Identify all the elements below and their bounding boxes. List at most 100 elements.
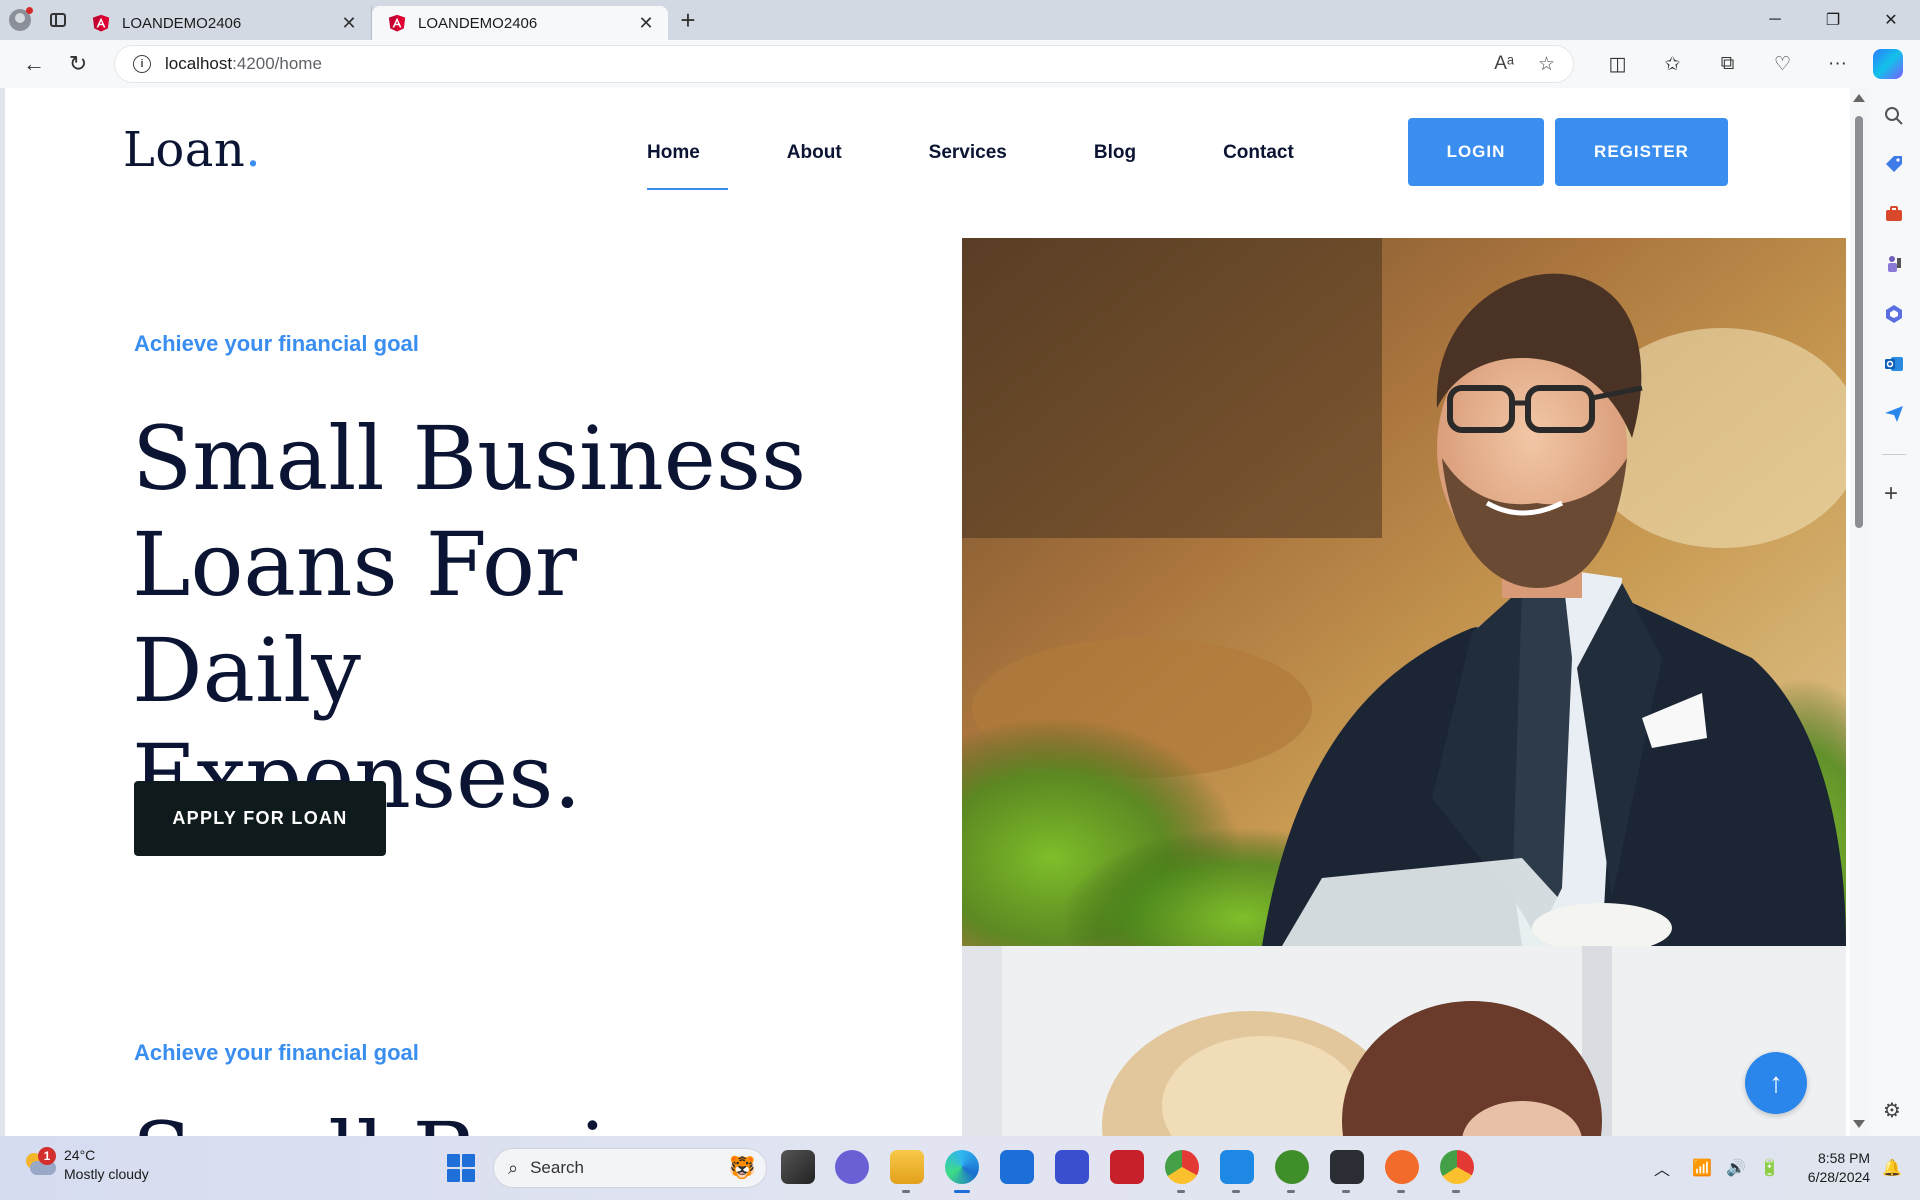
hero-kicker-2: Achieve your financial goal <box>134 1040 419 1065</box>
task-view-icon[interactable] <box>781 1150 815 1184</box>
site-info-icon[interactable]: i <box>133 55 151 73</box>
outlook-icon[interactable] <box>1884 354 1904 374</box>
scroll-down-arrow-icon[interactable] <box>1853 1120 1865 1128</box>
nav-contact[interactable]: Contact <box>1223 142 1294 192</box>
nav-about[interactable]: About <box>787 142 842 192</box>
main-nav: Home About Services Blog Contact <box>647 142 1380 192</box>
mcafee-icon[interactable] <box>1110 1150 1144 1184</box>
weather-temp: 24°C <box>64 1147 96 1163</box>
minimize-icon[interactable]: ─ <box>1746 0 1804 40</box>
back-arrow-icon[interactable]: ← <box>12 44 56 84</box>
nav-services[interactable]: Services <box>929 142 1007 192</box>
profile-button[interactable] <box>0 0 40 40</box>
browser-essentials-icon[interactable]: ♡ <box>1755 44 1810 84</box>
clock-date: 6/28/2024 <box>1807 1169 1871 1185</box>
nav-home[interactable]: Home <box>647 142 700 192</box>
read-aloud-icon[interactable]: A͏ᵃ <box>1494 53 1514 76</box>
login-button[interactable]: LOGIN <box>1408 118 1544 186</box>
system-tray: ︿ 📶 🔊 🔋 8:58 PM 6/28/2024 🔔 <box>1654 1136 1920 1200</box>
favorite-star-icon[interactable]: ☆ <box>1538 53 1555 76</box>
logo-dot: . <box>245 122 262 178</box>
hero-title-line: Loans For Daily <box>132 513 577 722</box>
weather-desc: Mostly cloudy <box>64 1166 149 1182</box>
hero-title-line: Small Business <box>132 407 807 510</box>
spring-tool-icon[interactable] <box>1275 1150 1309 1193</box>
scrollbar-thumb[interactable] <box>1855 116 1863 528</box>
weather-widget[interactable]: 1 24°C Mostly cloudy <box>22 1146 149 1184</box>
tools-icon[interactable] <box>1884 204 1904 224</box>
volume-icon[interactable]: 🔊 <box>1726 1158 1746 1178</box>
refresh-icon[interactable]: ↻ <box>56 44 100 84</box>
windows-start-icon[interactable] <box>447 1154 475 1182</box>
partly-cloudy-icon: 1 <box>22 1147 56 1179</box>
edge-sidebar: + ⚙ <box>1868 88 1920 1136</box>
page-scrollbar[interactable] <box>1850 88 1868 1136</box>
window-controls: ─ ❐ ✕ <box>1746 0 1920 40</box>
browser-tab-active[interactable]: LOANDEMO2406 ✕ <box>372 6 668 40</box>
chevron-up-icon[interactable]: ︿ <box>1654 1156 1670 1180</box>
chrome-profile-icon[interactable] <box>1440 1150 1474 1193</box>
split-screen-icon[interactable]: ◫ <box>1590 44 1645 84</box>
site-logo[interactable]: Loan. <box>123 122 261 178</box>
search-highlight-icon: 🐯 <box>728 1155 756 1180</box>
microsoft-store-icon[interactable] <box>1000 1150 1034 1184</box>
logo-text: Loan <box>123 122 246 178</box>
terminal-icon[interactable] <box>1330 1150 1364 1193</box>
url-path: :4200/home <box>232 54 322 73</box>
tab-actions-icon <box>50 13 66 27</box>
hero-kicker: Achieve your financial goal <box>134 331 419 356</box>
collections-icon[interactable]: ⧉ <box>1700 44 1755 84</box>
sidebar-divider <box>1882 454 1906 455</box>
hero-title-2-partial: Small Busi <box>132 1103 607 1136</box>
file-explorer-icon[interactable] <box>890 1150 924 1193</box>
active-nav-underline <box>647 188 728 190</box>
angular-favicon-icon <box>388 14 406 32</box>
browser-tab[interactable]: LOANDEMO2406 ✕ <box>76 6 372 40</box>
games-icon[interactable] <box>1884 254 1904 274</box>
chrome-icon[interactable] <box>1165 1150 1199 1193</box>
scroll-up-arrow-icon[interactable] <box>1853 94 1865 102</box>
close-window-icon[interactable]: ✕ <box>1862 0 1920 40</box>
tab-actions-button[interactable] <box>40 0 76 40</box>
nav-blog[interactable]: Blog <box>1094 142 1136 192</box>
apply-for-loan-button[interactable]: APPLY FOR LOAN <box>134 781 386 856</box>
shopping-tag-icon[interactable] <box>1884 154 1904 174</box>
battery-icon[interactable]: 🔋 <box>1760 1158 1780 1178</box>
search-icon[interactable] <box>1884 106 1904 126</box>
weather-badge: 1 <box>38 1147 56 1165</box>
microsoft-365-icon[interactable] <box>1884 304 1904 324</box>
favorites-icon[interactable]: ✩ <box>1645 44 1700 84</box>
clock-time: 8:58 PM <box>1817 1150 1871 1166</box>
arrow-up-icon: ↑ <box>1769 1067 1783 1098</box>
new-tab-button[interactable]: + <box>668 0 708 40</box>
windows-taskbar: 1 24°C Mostly cloudy ⌕ Search 🐯 ︿ 📶 🔊 🔋 … <box>0 1136 1920 1200</box>
browser-toolbar: ← ↻ i localhost:4200/home A͏ᵃ ☆ ◫ ✩ ⧉ ♡ … <box>0 40 1920 88</box>
wifi-icon[interactable]: 📶 <box>1692 1158 1712 1178</box>
postman-icon[interactable] <box>1385 1150 1419 1193</box>
browser-tab-strip: LOANDEMO2406 ✕ LOANDEMO2406 ✕ + ─ ❐ ✕ <box>0 0 1920 40</box>
notification-bell-icon[interactable]: 🔔 <box>1882 1158 1902 1178</box>
add-sidebar-app-icon[interactable]: + <box>1884 480 1898 508</box>
teams-chat-icon[interactable] <box>835 1150 869 1184</box>
close-tab-icon[interactable]: ✕ <box>337 11 361 35</box>
send-icon[interactable] <box>1884 404 1904 424</box>
edge-browser-icon[interactable] <box>945 1150 979 1193</box>
clock[interactable]: 8:58 PM 6/28/2024 <box>1808 1149 1870 1187</box>
copilot-icon[interactable] <box>1873 49 1903 79</box>
more-menu-icon[interactable]: ··· <box>1810 44 1865 84</box>
address-bar[interactable]: i localhost:4200/home A͏ᵃ ☆ <box>114 45 1574 83</box>
register-button[interactable]: REGISTER <box>1555 118 1728 186</box>
close-tab-icon[interactable]: ✕ <box>634 11 658 35</box>
notification-dot <box>26 7 33 14</box>
search-icon: ⌕ <box>508 1157 519 1178</box>
scroll-to-top-button[interactable]: ↑ <box>1745 1052 1807 1114</box>
taskbar-search[interactable]: ⌕ Search 🐯 <box>493 1148 767 1188</box>
page-viewport: Loan. Home About Services Blog Contact L… <box>5 88 1850 1136</box>
women-photo <box>962 946 1846 1136</box>
restore-icon[interactable]: ❐ <box>1804 0 1862 40</box>
vscode-icon[interactable] <box>1220 1150 1254 1193</box>
businessman-photo <box>962 238 1846 946</box>
vpn-app-icon[interactable] <box>1055 1150 1089 1184</box>
sidebar-settings-gear-icon[interactable]: ⚙ <box>1883 1098 1901 1123</box>
taskbar-search-label: Search <box>530 1158 584 1177</box>
